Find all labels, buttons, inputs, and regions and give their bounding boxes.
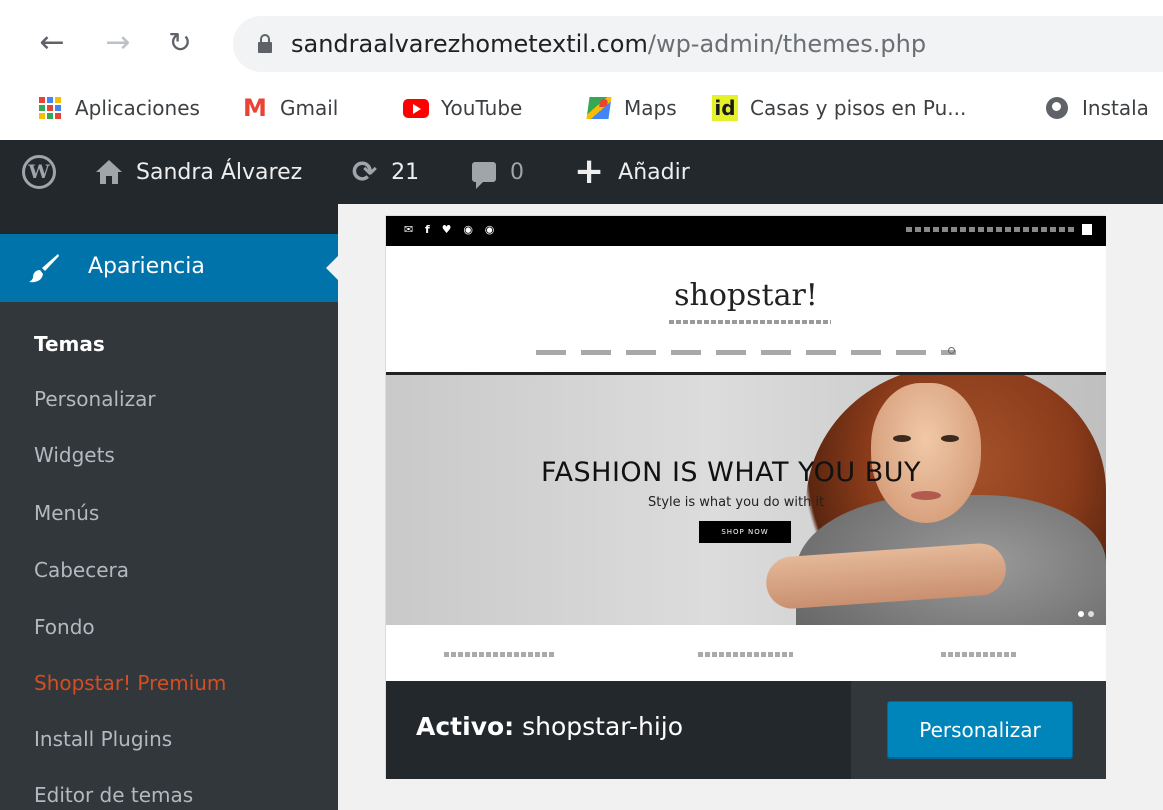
hero-title: FASHION IS WHAT YOU BUY (541, 457, 921, 488)
submenu-widgets[interactable]: Widgets (34, 443, 115, 467)
admin-sidebar: Apariencia Temas Personalizar Widgets Me… (0, 204, 338, 810)
active-prefix: Activo: (416, 712, 515, 741)
preview-promo-row (386, 625, 1106, 681)
comments-menu[interactable]: 0 (472, 140, 524, 204)
appearance-submenu: Temas Personalizar Widgets Menús Cabecer… (0, 302, 338, 810)
active-theme-label: Activo: shopstar-hijo (416, 712, 683, 741)
apps-grid-icon (37, 95, 63, 121)
paintbrush-icon (29, 254, 59, 283)
address-bar[interactable]: sandraalvarezhometextil.com/wp-admin/the… (233, 16, 1163, 72)
menu-item-label: Apariencia (88, 254, 205, 279)
url-host: sandraalvarezhometextil.com (291, 30, 648, 58)
preview-cart-icon (1082, 224, 1092, 235)
url-path: /wp-admin/themes.php (647, 30, 927, 58)
bookmarks-bar: Aplicaciones M Gmail YouTube Maps id Cas… (0, 85, 1163, 130)
theme-actions: Personalizar (851, 681, 1106, 779)
new-content-label: Añadir (618, 159, 690, 185)
hero-model-eye (893, 435, 911, 442)
submenu-menus[interactable]: Menús (34, 501, 99, 525)
updates-count: 21 (391, 159, 420, 185)
bookmark-aplicaciones[interactable]: Aplicaciones (37, 91, 200, 125)
preview-promo-1 (444, 652, 554, 657)
hero-model-lips (911, 491, 941, 500)
submenu-shopstar-premium[interactable]: Shopstar! Premium (34, 671, 226, 695)
preview-logo: shopstar! (674, 278, 818, 313)
url-text[interactable]: sandraalvarezhometextil.com/wp-admin/the… (291, 30, 926, 58)
site-name: Sandra Álvarez (136, 159, 303, 185)
bookmark-gmail[interactable]: M Gmail (242, 91, 338, 125)
gmail-icon: M (243, 94, 267, 122)
maps-icon (586, 95, 612, 121)
submenu-editor-de-temas[interactable]: Editor de temas (34, 783, 193, 807)
menu-item-apariencia[interactable]: Apariencia (0, 234, 338, 302)
comment-bubble-icon (472, 162, 496, 189)
preview-search-icon (948, 347, 955, 354)
preview-top-bar: ✉ f ♥ ◉ ◉ (386, 216, 1106, 246)
submenu-personalizar[interactable]: Personalizar (34, 387, 156, 411)
bookmark-label: Casas y pisos en Pu... (750, 96, 967, 120)
bookmark-youtube[interactable]: YouTube (403, 91, 522, 125)
wordpress-logo-menu[interactable]: W (22, 140, 56, 204)
wordpress-logo-icon: W (22, 155, 56, 189)
preview-tagline (669, 320, 831, 324)
preview-promo-2 (698, 652, 793, 657)
home-icon (96, 160, 122, 184)
bookmark-instala[interactable]: Instala (1044, 91, 1149, 125)
forward-arrow-icon[interactable]: → (98, 22, 138, 62)
wp-admin-bar: W Sandra Álvarez ⟳ 21 0 + Añadir (0, 140, 1163, 204)
hero-subtitle: Style is what you do with it (648, 495, 825, 510)
submenu-install-plugins[interactable]: Install Plugins (34, 727, 172, 751)
bookmark-label: Instala (1082, 96, 1149, 120)
submenu-fondo[interactable]: Fondo (34, 615, 95, 639)
submenu-cabecera[interactable]: Cabecera (34, 558, 129, 582)
idealista-icon: id (712, 95, 738, 121)
idealista-icon-text: id (712, 95, 738, 121)
preview-navigation (536, 350, 956, 355)
active-theme-card[interactable]: ✉ f ♥ ◉ ◉ shopstar! FASHION IS WHAT YOU … (385, 215, 1106, 779)
preview-hero-slider: FASHION IS WHAT YOU BUY Style is what yo… (386, 375, 1106, 625)
active-theme-name: shopstar-hijo (522, 712, 684, 741)
preview-social-icons: ✉ f ♥ ◉ ◉ (404, 223, 499, 236)
bookmark-maps[interactable]: Maps (586, 91, 677, 125)
browser-nav-row: ← → ↻ sandraalvarezhometextil.com/wp-adm… (0, 0, 1163, 88)
bookmark-casas-y-pisos[interactable]: id Casas y pisos en Pu... (712, 91, 966, 125)
current-menu-arrow (326, 256, 338, 280)
preview-promo-3 (941, 652, 1016, 657)
theme-card-footer: Activo: shopstar-hijo Personalizar (386, 681, 1106, 779)
new-content-menu[interactable]: + Añadir (574, 140, 690, 204)
site-name-menu[interactable]: Sandra Álvarez (96, 140, 302, 204)
comments-count: 0 (510, 159, 524, 185)
bookmark-label: Gmail (280, 96, 339, 120)
updates-menu[interactable]: ⟳ 21 (352, 140, 419, 204)
bookmark-label: Aplicaciones (75, 96, 200, 120)
hero-shop-button: SHOP NOW (699, 521, 791, 543)
hero-model-eye (941, 435, 959, 442)
youtube-icon (403, 95, 429, 121)
preview-top-links (906, 227, 1076, 232)
submenu-temas[interactable]: Temas (34, 332, 105, 356)
browser-chrome: ← → ↻ sandraalvarezhometextil.com/wp-adm… (0, 0, 1163, 140)
theme-screenshot[interactable]: ✉ f ♥ ◉ ◉ shopstar! FASHION IS WHAT YOU … (386, 216, 1106, 681)
globe-icon (1044, 95, 1070, 121)
hero-slider-dots (1078, 611, 1084, 617)
hero-model-face (871, 383, 981, 523)
back-arrow-icon[interactable]: ← (32, 22, 72, 62)
updates-icon: ⟳ (352, 154, 378, 190)
lock-icon (258, 34, 272, 53)
bookmark-label: Maps (624, 96, 677, 120)
reload-icon[interactable]: ↻ (160, 22, 200, 62)
customize-button[interactable]: Personalizar (887, 701, 1073, 758)
plus-icon: + (574, 151, 605, 192)
bookmark-label: YouTube (441, 96, 523, 120)
